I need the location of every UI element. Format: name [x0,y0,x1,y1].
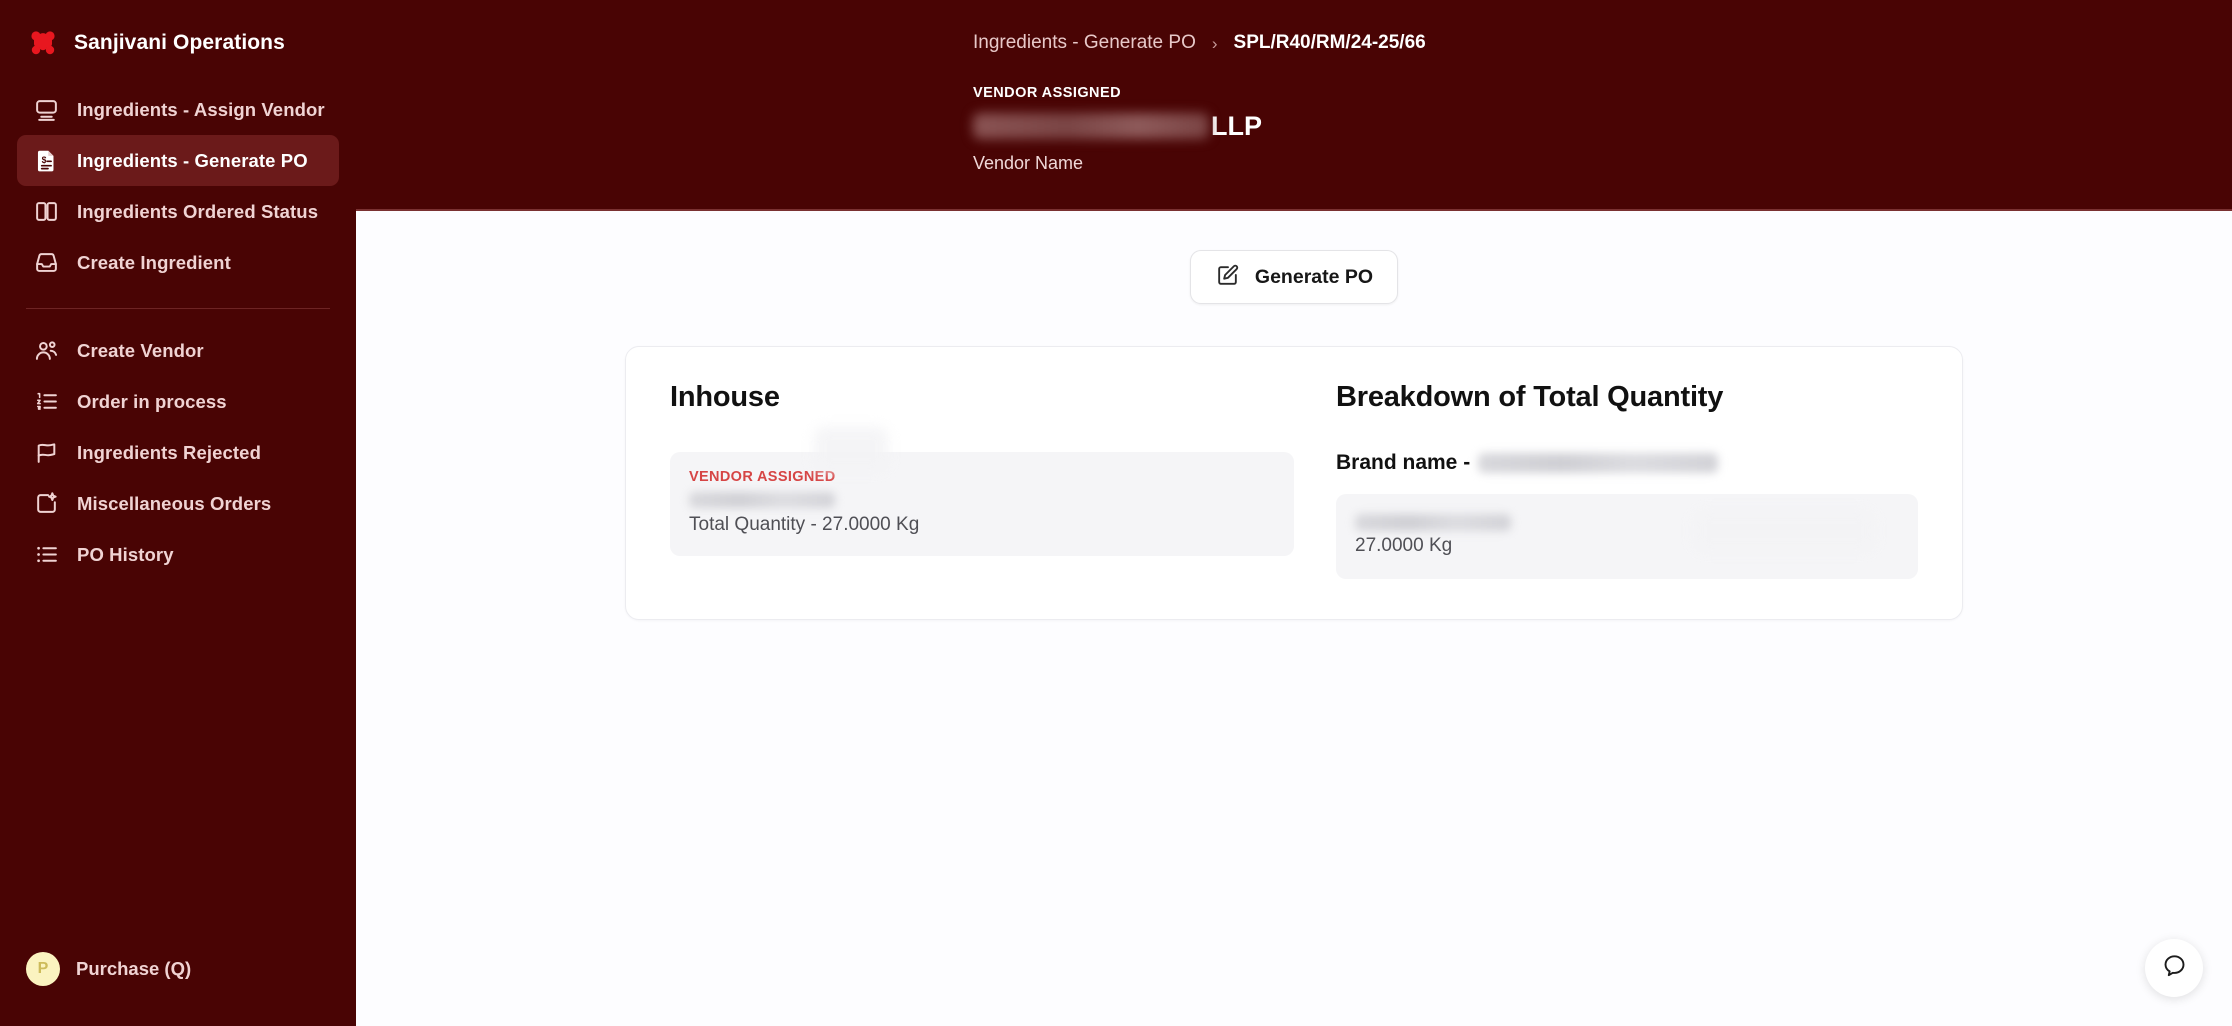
sidebar-item-label: Miscellaneous Orders [77,492,272,514]
sidebar: Sanjivani Operations Ingredients - Assig… [0,0,356,1026]
sidebar-item-ingredients-generate-po[interactable]: $ Ingredients - Generate PO [17,135,339,186]
breadcrumb-parent[interactable]: Ingredients - Generate PO [973,32,1196,54]
inhouse-heading: Inhouse [670,381,780,413]
breakdown-quantity: 27.0000 Kg [1355,535,1453,556]
vendor-name-row: LLP [973,107,2232,145]
brand-name-row: Brand name - [1336,450,1918,476]
chevron-right-icon: › [1211,33,1218,53]
inhouse-total-quantity: Total Quantity - 27.0000 Kg [689,514,920,535]
breakdown-column: Breakdown of Total Quantity Brand name -… [1294,381,1918,579]
page-header: Ingredients - Generate PO › SPL/R40/RM/2… [356,0,2232,211]
sidebar-item-ingredients-assign-vendor[interactable]: Ingredients - Assign Vendor [17,84,339,135]
breadcrumb: Ingredients - Generate PO › SPL/R40/RM/2… [973,30,2232,56]
vendor-assigned-caption: VENDOR ASSIGNED [973,85,1122,101]
molecule-cluster-logo-icon [26,26,60,60]
breakdown-heading: Breakdown of Total Quantity [1336,381,1724,413]
redacted-vendor-name [973,113,1209,139]
sidebar-item-ingredients-rejected[interactable]: Ingredients Rejected [17,427,339,478]
vendor-name-sublabel: Vendor Name [973,153,1084,173]
brand: Sanjivani Operations [0,0,356,64]
redacted-item-name [1355,514,1511,531]
sidebar-item-label: Ingredients - Assign Vendor [77,98,325,120]
file-dollar-icon: $ [34,148,59,173]
inhouse-item-box: VENDOR ASSIGNED Total Quantity - 27.0000… [670,452,1294,556]
sidebar-user[interactable]: P Purchase (Q) [0,952,356,1026]
sidebar-item-create-vendor[interactable]: Create Vendor [17,325,339,376]
breadcrumb-current: SPL/R40/RM/24-25/66 [1233,32,1426,53]
sidebar-item-miscellaneous-orders[interactable]: Miscellaneous Orders [17,478,339,529]
content-area: Generate PO Inhouse VENDOR ASSIGNED Tota… [356,211,2232,1026]
sidebar-item-ingredients-ordered-status[interactable]: Ingredients Ordered Status [17,186,339,237]
sidebar-nav-primary: Ingredients - Assign Vendor $ Ingredient… [0,64,356,288]
app-root: Sanjivani Operations Ingredients - Assig… [0,0,2232,1026]
sidebar-item-label: Ingredients Rejected [77,441,261,463]
sidebar-item-label: Order in process [77,390,227,412]
vendor-name-suffix: LLP [1211,110,1262,141]
list-ordered-icon [34,389,59,414]
sidebar-item-label: Create Ingredient [77,251,231,273]
sidebar-item-label: Ingredients Ordered Status [77,200,319,222]
sidebar-item-create-ingredient[interactable]: Create Ingredient [17,237,339,288]
sidebar-item-label: PO History [77,543,174,565]
chat-bubble-icon [2161,952,2188,984]
svg-text:$: $ [42,155,47,165]
book-open-icon [34,199,59,224]
vendor-assigned-block: VENDOR ASSIGNED LLP Vendor Name [973,85,2232,174]
users-icon [34,338,59,363]
sidebar-item-label: Create Vendor [77,339,204,361]
breakdown-item-box: 27.0000 Kg [1336,494,1918,579]
square-pen-icon [1215,263,1240,291]
sidebar-user-label: Purchase (Q) [76,958,192,979]
inbox-download-icon [34,250,59,275]
avatar: P [26,952,60,986]
sidebar-divider [26,308,330,309]
chat-bubble-button[interactable] [2145,939,2203,997]
flag-icon [34,440,59,465]
redacted-ingredient-name [689,492,835,508]
status-badge: VENDOR ASSIGNED [689,469,836,485]
brand-title: Sanjivani Operations [74,31,285,54]
brand-name-label: Brand name - [1336,451,1471,474]
main-area: Ingredients - Generate PO › SPL/R40/RM/2… [356,0,2232,1026]
package-sparkle-icon [34,491,59,516]
generate-po-button[interactable]: Generate PO [1189,250,1399,304]
details-panel: Inhouse VENDOR ASSIGNED Total Quantity -… [625,346,1963,620]
generate-po-label: Generate PO [1254,265,1374,288]
sidebar-item-label: Ingredients - Generate PO [77,149,308,171]
sidebar-item-po-history[interactable]: PO History [17,529,339,580]
sidebar-nav-secondary: Create Vendor Order in process Ingredien… [0,325,356,580]
inhouse-column: Inhouse VENDOR ASSIGNED Total Quantity -… [670,381,1294,579]
redacted-brand-name [1478,453,1719,473]
list-icon [34,542,59,567]
monitor-icon [34,97,59,122]
sidebar-item-order-in-process[interactable]: Order in process [17,376,339,427]
generate-po-row: Generate PO [356,250,2232,304]
